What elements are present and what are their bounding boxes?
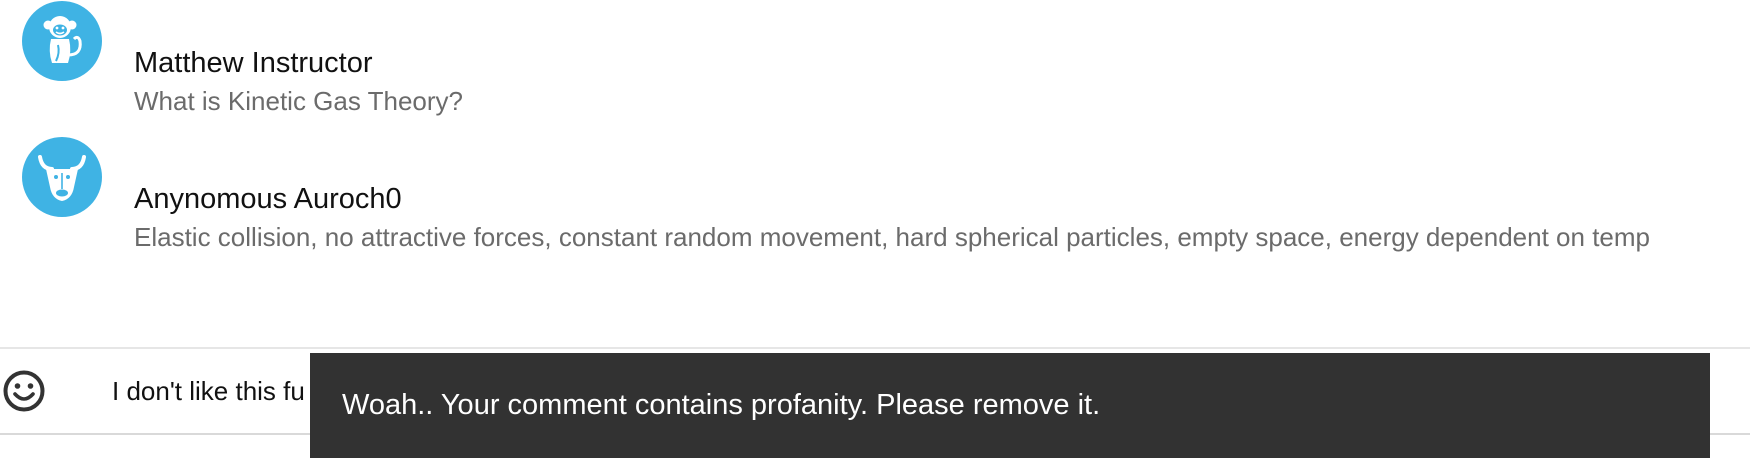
smiley-icon xyxy=(3,370,45,412)
avatar[interactable] xyxy=(22,137,102,217)
comment-author: Matthew Instructor xyxy=(134,47,373,79)
snackbar: Woah.. Your comment contains profanity. … xyxy=(310,353,1710,458)
bull-icon xyxy=(38,155,86,201)
comment-body: Anynomous Auroch0 Elastic collision, no … xyxy=(134,181,1650,254)
comment-text: What is Kinetic Gas Theory? xyxy=(134,86,463,116)
monkey-icon xyxy=(43,16,82,63)
snackbar-message: Woah.. Your comment contains profanity. … xyxy=(342,389,1101,421)
comment-body: Matthew Instructor What is Kinetic Gas T… xyxy=(134,45,463,118)
avatar[interactable] xyxy=(22,1,102,81)
comments-page: Matthew Instructor What is Kinetic Gas T… xyxy=(0,0,1750,458)
comment-author: Anynomous Auroch0 xyxy=(134,183,402,215)
emoji-button[interactable] xyxy=(2,369,46,413)
comment-text: Elastic collision, no attractive forces,… xyxy=(134,222,1650,252)
